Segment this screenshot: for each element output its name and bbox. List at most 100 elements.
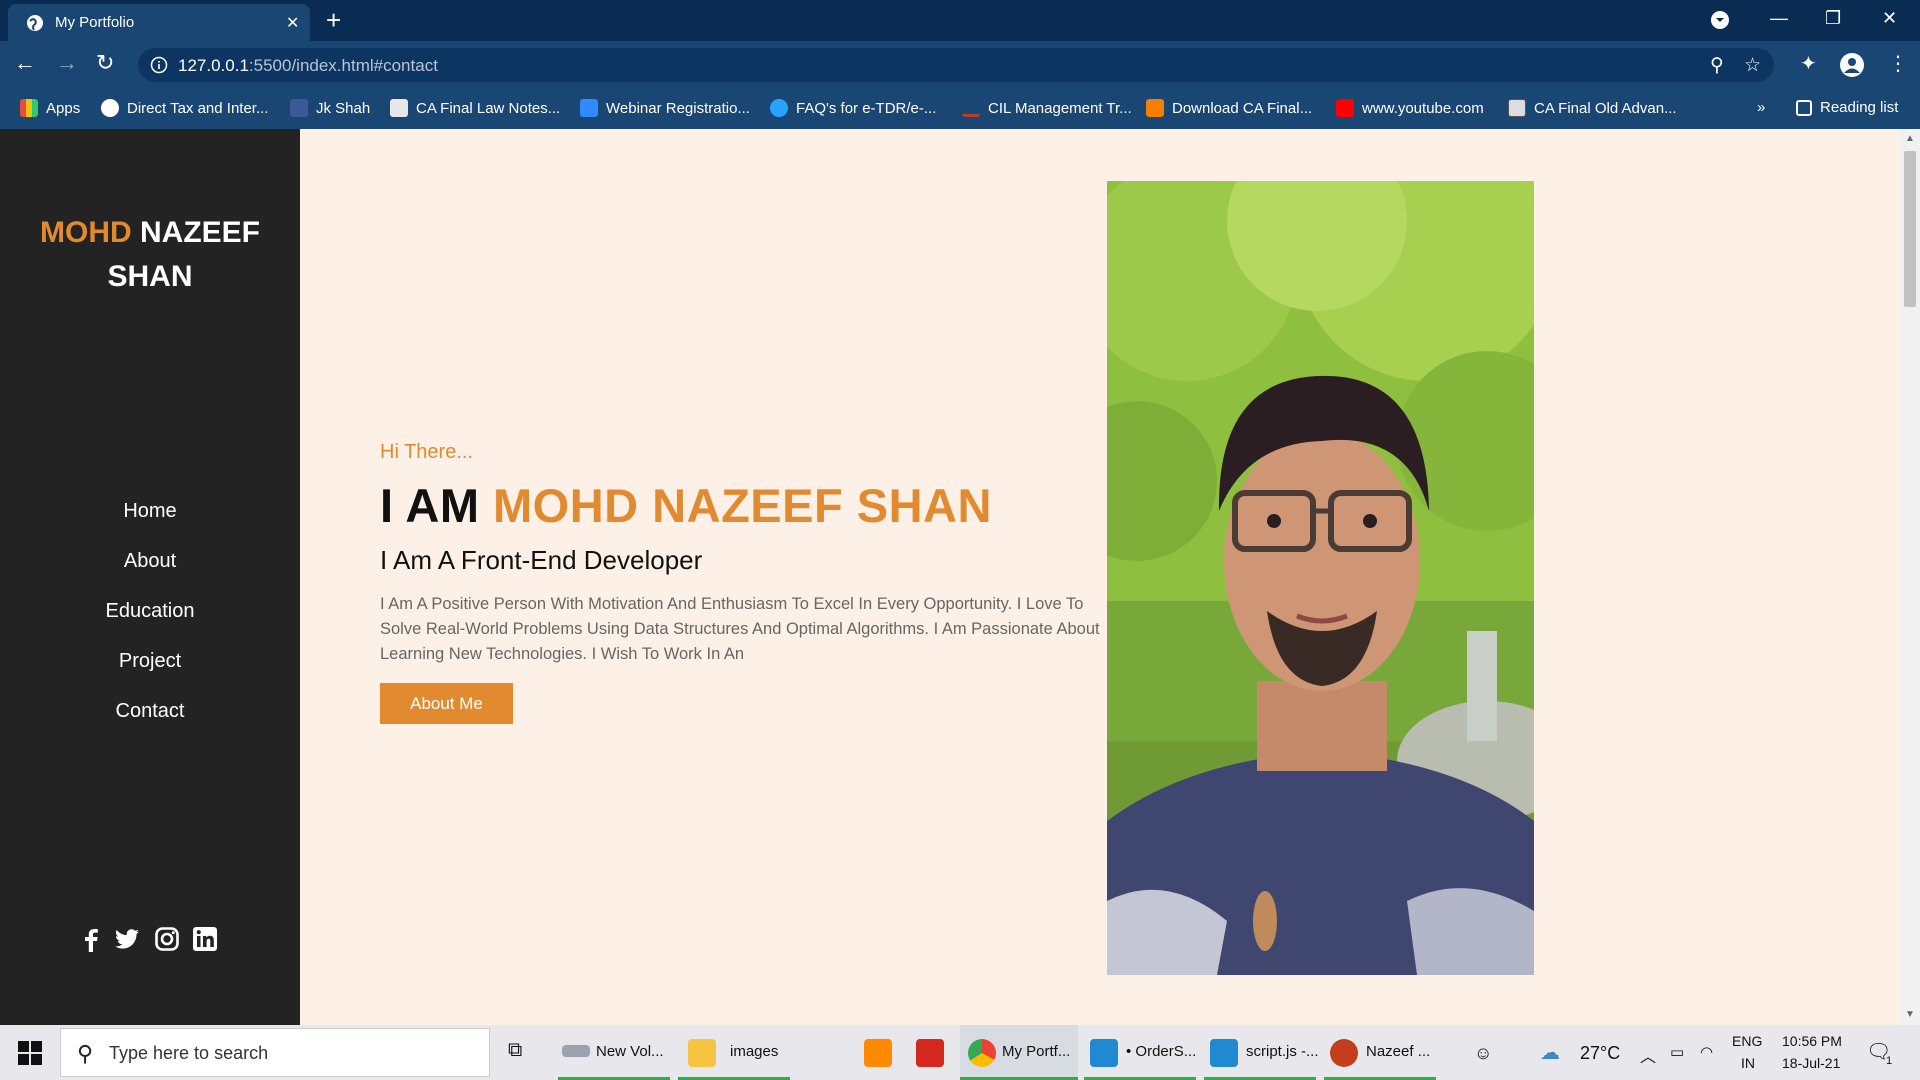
taskbar-search-box[interactable]: ⚲ Type here to search [60, 1028, 490, 1077]
taskbar-app-vscode-script[interactable]: script.js -... [1204, 1025, 1319, 1080]
url-text: 127.0.0.1:5500/index.html#contact [178, 56, 438, 75]
nav-link-project[interactable]: Project [0, 646, 300, 696]
twitter-icon[interactable] [114, 926, 140, 952]
clock-date[interactable]: 18-Jul-21 [1782, 1055, 1840, 1071]
search-icon: ⚲ [77, 1041, 94, 1066]
site-favicon-icon [770, 99, 788, 117]
nav-link-contact[interactable]: Contact [0, 696, 300, 746]
hero-greeting: Hi There... [380, 441, 473, 463]
chrome-menu-icon[interactable]: ⋮ [1888, 51, 1908, 76]
bookmark-download-ca[interactable]: Download CA Final... [1146, 99, 1312, 117]
bookmark-ca-final-old[interactable]: CA Final Old Advan... [1508, 99, 1677, 117]
tab-my-portfolio[interactable]: My Portfolio ✕ [8, 4, 310, 41]
about-me-button[interactable]: About Me [380, 683, 513, 724]
bookmark-cil[interactable]: CIL Management Tr... [962, 99, 1132, 117]
hero-description: I Am A Positive Person With Motivation A… [380, 595, 1100, 663]
bookmark-apps[interactable]: Apps [20, 99, 80, 117]
vscode-icon [1090, 1039, 1118, 1067]
extensions-icon[interactable]: ✦ [1800, 51, 1817, 76]
windows-start-icon[interactable] [18, 1041, 42, 1065]
hero-role: I Am A Front-End Developer [380, 545, 703, 575]
bookmark-star-icon[interactable]: ☆ [1744, 54, 1761, 77]
profile-avatar-icon[interactable] [1840, 53, 1864, 77]
tab-title: My Portfolio [55, 14, 135, 31]
more-bookmarks-icon[interactable]: » [1757, 99, 1765, 116]
drive-icon [562, 1045, 590, 1057]
acrobat-icon[interactable] [916, 1039, 944, 1067]
site-favicon-icon [390, 99, 408, 117]
windows-taskbar: ⚲ Type here to search ⧉ New Vol... image… [0, 1025, 1920, 1080]
bookmark-ca-final-law[interactable]: CA Final Law Notes... [390, 99, 560, 117]
close-tab-icon[interactable]: ✕ [286, 13, 299, 33]
bookmark-jk-shah[interactable]: Jk Shah [290, 99, 370, 117]
profile-photo [1107, 181, 1534, 975]
page-scrollbar[interactable]: ▲ ▼ [1899, 129, 1920, 1025]
bookmark-youtube[interactable]: www.youtube.com [1336, 99, 1484, 117]
profile-photo-image [1107, 181, 1534, 975]
scroll-down-icon[interactable]: ▼ [1905, 1009, 1915, 1020]
bookmark-direct-tax[interactable]: Direct Tax and Inter... [101, 99, 268, 117]
minimize-icon[interactable]: — [1770, 8, 1788, 29]
nav-link-home[interactable]: Home [0, 496, 300, 546]
profile-menu-icon[interactable] [1711, 11, 1729, 29]
bookmarks-bar: Apps Direct Tax and Inter... Jk Shah CA … [0, 89, 1920, 129]
globe-icon [101, 99, 119, 117]
weather-icon[interactable]: ☁ [1540, 1040, 1560, 1065]
task-view-icon[interactable]: ⧉ [508, 1039, 522, 1062]
site-info-icon[interactable] [150, 56, 168, 74]
site-favicon-icon [962, 99, 980, 117]
nav-link-about[interactable]: About [0, 546, 300, 596]
language-bottom[interactable]: IN [1741, 1055, 1755, 1071]
reading-list[interactable]: Reading list [1796, 99, 1898, 116]
browser-titlebar: My Portfolio ✕ + — ❐ ✕ [0, 0, 1920, 41]
taskbar-app-new-volume[interactable]: New Vol... [558, 1025, 670, 1080]
site-favicon-icon [290, 99, 308, 117]
scroll-up-icon[interactable]: ▲ [1905, 133, 1915, 144]
facebook-icon[interactable] [78, 926, 104, 952]
powerpoint-icon [1330, 1039, 1358, 1067]
browser-toolbar: ← → ↻ 127.0.0.1:5500/index.html#contact … [0, 41, 1920, 89]
show-hidden-icons-icon[interactable]: ︿ [1640, 1043, 1656, 1067]
devc-icon[interactable] [808, 1039, 836, 1067]
taskbar-app-powerpoint[interactable]: Nazeef ... [1324, 1025, 1436, 1080]
taskbar-app-vscode-orders[interactable]: • OrderS... [1084, 1025, 1196, 1080]
people-icon[interactable]: ☺ [1474, 1043, 1492, 1064]
restore-icon[interactable]: ❐ [1825, 8, 1841, 29]
scrollbar-thumb[interactable] [1904, 151, 1916, 307]
zoom-app-icon [580, 99, 598, 117]
site-favicon-icon [1508, 99, 1526, 117]
social-links [78, 926, 224, 954]
address-bar[interactable]: 127.0.0.1:5500/index.html#contact ⚲ ☆ [138, 48, 1774, 82]
new-tab-icon[interactable]: + [326, 6, 341, 34]
battery-icon[interactable]: ▭ [1670, 1043, 1684, 1061]
portfolio-page: MOHD NAZEEF SHAN Home About Education Pr… [0, 129, 1920, 1025]
nav-link-education[interactable]: Education [0, 596, 300, 646]
wifi-icon[interactable]: ◠ [1700, 1043, 1713, 1061]
hero-heading: I AM MOHD NAZEEF SHAN [380, 479, 992, 532]
close-window-icon[interactable]: ✕ [1882, 8, 1897, 29]
screen: My Portfolio ✕ + — ❐ ✕ ← → ↻ 127.0.0.1:5… [0, 0, 1920, 1080]
forward-icon[interactable]: → [56, 51, 78, 75]
vscode-icon [1210, 1039, 1238, 1067]
sidebar: MOHD NAZEEF SHAN Home About Education Pr… [0, 129, 300, 1025]
language-top[interactable]: ENG [1732, 1033, 1762, 1049]
sublime-text-icon[interactable] [864, 1039, 892, 1067]
taskbar-app-images[interactable]: images [678, 1025, 790, 1080]
bookmark-webinar[interactable]: Webinar Registratio... [580, 99, 750, 117]
globe-icon [27, 15, 43, 31]
clock-time[interactable]: 10:56 PM [1782, 1033, 1842, 1049]
linkedin-icon[interactable] [192, 926, 218, 952]
reading-list-icon [1796, 100, 1812, 116]
zoom-icon[interactable]: ⚲ [1710, 54, 1724, 77]
weather-temperature[interactable]: 27°C [1580, 1043, 1620, 1064]
brand-logo[interactable]: MOHD NAZEEF SHAN [0, 211, 300, 299]
reload-icon[interactable]: ↻ [96, 51, 114, 75]
instagram-icon[interactable] [154, 926, 180, 952]
bookmark-faqs[interactable]: FAQ's for e-TDR/e-... [770, 99, 936, 117]
hero-section: Hi There... I AM MOHD NAZEEF SHAN I Am A… [380, 441, 1100, 724]
taskbar-app-chrome[interactable]: My Portf... [960, 1025, 1078, 1080]
chrome-icon [968, 1039, 996, 1067]
notification-count: 1 [1886, 1055, 1893, 1067]
back-icon[interactable]: ← [14, 51, 36, 75]
search-placeholder: Type here to search [109, 1043, 269, 1063]
